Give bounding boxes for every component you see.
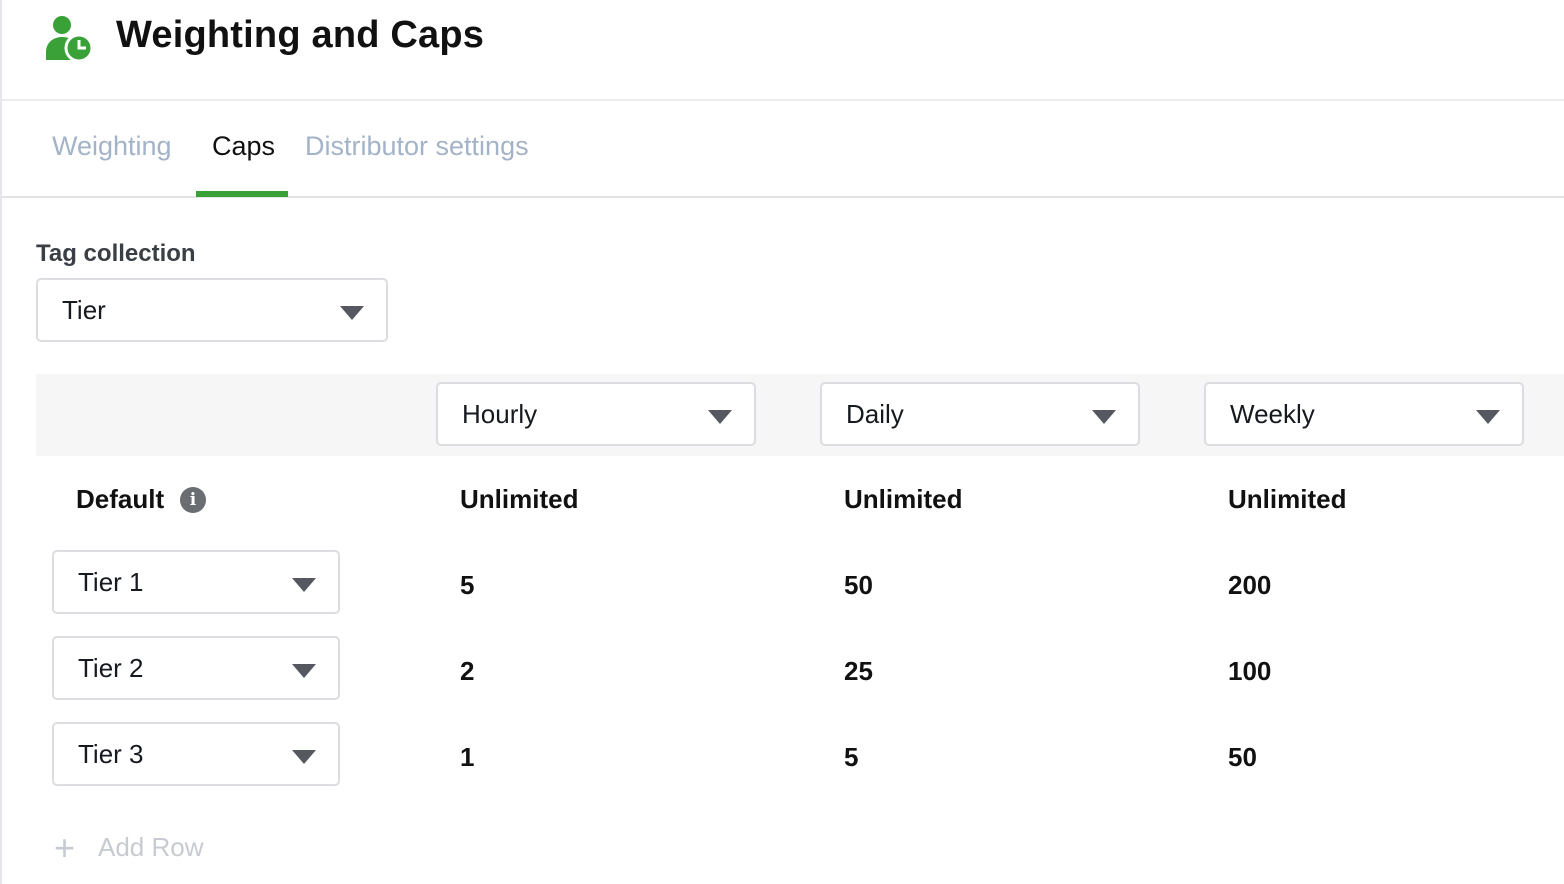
tier-2-hourly-cap: 2 (460, 656, 475, 686)
default-daily-cap: Unlimited (844, 484, 963, 514)
default-hourly-cap: Unlimited (460, 484, 579, 514)
period-value: Daily (846, 399, 904, 429)
daily-period-select[interactable]: Daily (820, 382, 1140, 446)
page-title: Weighting and Caps (116, 14, 485, 56)
chevron-down-icon (1476, 410, 1500, 424)
tab-distributor-settings[interactable]: Distributor settings (305, 131, 529, 162)
weekly-period-select[interactable]: Weekly (1204, 382, 1524, 446)
default-row-label: Default (76, 484, 165, 514)
tier-value: Tier 3 (78, 739, 144, 769)
chevron-down-icon (1092, 410, 1116, 424)
tag-collection-value: Tier (62, 295, 106, 325)
chevron-down-icon (340, 306, 364, 320)
chevron-down-icon (708, 410, 732, 424)
tier-3-hourly-cap: 1 (460, 742, 475, 772)
tier-1-select[interactable]: Tier 1 (52, 550, 340, 614)
tier-2-weekly-cap: 100 (1228, 656, 1272, 686)
tab-bar: Weighting Caps Distributor settings (2, 101, 1564, 198)
tier-1-daily-cap: 50 (844, 570, 873, 600)
tier-1-hourly-cap: 5 (460, 570, 475, 600)
tag-collection-label: Tag collection (36, 240, 196, 267)
chevron-down-icon (292, 750, 316, 764)
tier-value: Tier 1 (78, 567, 144, 597)
tier-3-daily-cap: 5 (844, 742, 859, 772)
default-weekly-cap: Unlimited (1228, 484, 1347, 514)
person-clock-icon (46, 16, 94, 63)
tier-2-daily-cap: 25 (844, 656, 873, 686)
tier-2-select[interactable]: Tier 2 (52, 636, 340, 700)
page-header: Weighting and Caps (2, 0, 1564, 101)
tab-weighting[interactable]: Weighting (52, 131, 172, 162)
add-row-label: Add Row (98, 832, 204, 862)
info-icon[interactable]: i (180, 487, 206, 513)
tier-3-select[interactable]: Tier 3 (52, 722, 340, 786)
app-frame: Weighting and Caps Weighting Caps Distri… (0, 0, 1564, 884)
tab-caps[interactable]: Caps (212, 131, 275, 162)
chevron-down-icon (292, 664, 316, 678)
tag-collection-select[interactable]: Tier (36, 278, 388, 342)
tier-1-weekly-cap: 200 (1228, 570, 1272, 600)
chevron-down-icon (292, 578, 316, 592)
plus-icon: + (54, 827, 76, 868)
active-tab-indicator (196, 191, 288, 197)
period-value: Hourly (462, 399, 538, 429)
tier-value: Tier 2 (78, 653, 144, 683)
tier-3-weekly-cap: 50 (1228, 742, 1257, 772)
hourly-period-select[interactable]: Hourly (436, 382, 756, 446)
period-value: Weekly (1230, 399, 1315, 429)
